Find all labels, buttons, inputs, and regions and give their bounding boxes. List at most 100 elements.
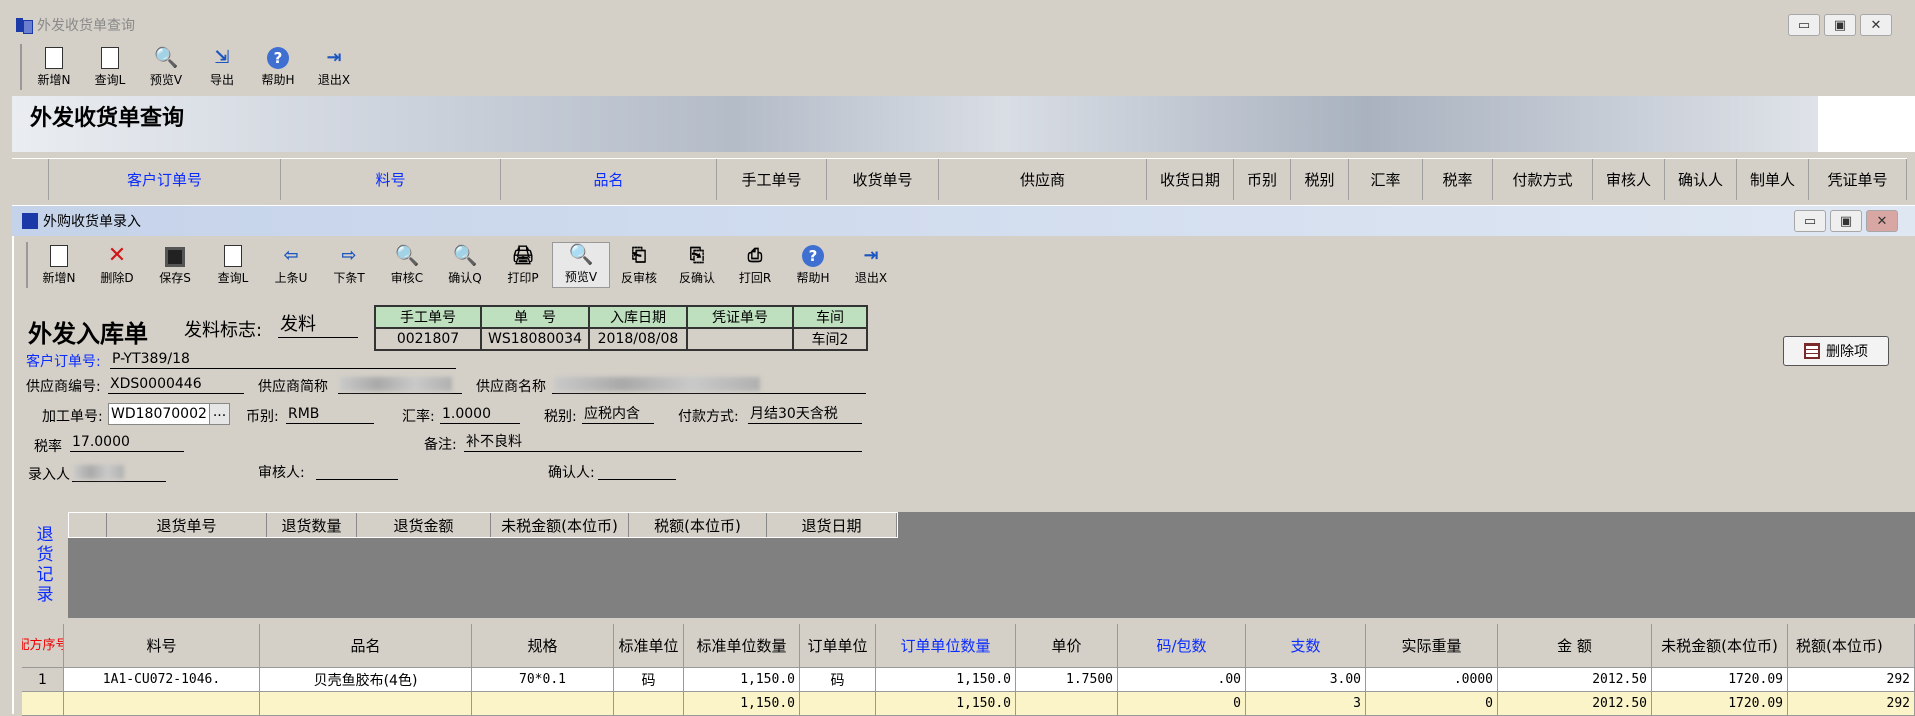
col-auditor[interactable]: 审核人 [1593,159,1665,200]
inner-toolbar-unconfirm-button[interactable]: ⎘ 反确认 [668,242,726,288]
inner-toolbar-next-button[interactable]: ⇨ 下条T [320,242,378,288]
tax-type-label: 税别: [544,409,577,425]
process-no-label: 加工单号: [42,409,103,425]
minimize-button[interactable]: ▭ [1788,14,1820,36]
col-currency[interactable]: 币别 [1234,159,1291,200]
col-spec[interactable]: 规格 [472,624,614,668]
auditor-field[interactable] [316,462,398,480]
issue-flag-label: 发料标志: [184,320,263,341]
col-seq[interactable]: 配方序号 [22,624,64,668]
supplier-code-field[interactable]: XDS0000446 [108,376,244,394]
col-supplier[interactable]: 供应商 [939,159,1147,200]
confirmer-label: 确认人: [548,465,595,481]
unconfirm-icon: ⎘ [689,244,705,266]
inner-toolbar-confirm-button[interactable]: 🔍 确认Q [436,242,494,288]
browse-button[interactable]: ... [209,404,229,424]
auditor-label: 审核人: [258,465,305,481]
col-ord-qty[interactable]: 订单单位数量 [876,624,1016,668]
inner-minimize-button[interactable]: ▭ [1794,210,1826,232]
delete-item-button[interactable]: 删除项 [1783,336,1889,366]
tax-rate-field[interactable]: 17.0000 [70,434,184,452]
workshop-field[interactable]: 车间2 [792,327,868,351]
manual-no-field[interactable]: 0021807 [374,327,482,351]
inner-toolbar-preview-button[interactable]: 🔍 预览V [552,242,610,288]
inner-toolbar-audit-button[interactable]: 🔍 审核C [378,242,436,288]
col-count[interactable]: 支数 [1246,624,1366,668]
col-name[interactable]: 品名 [260,624,472,668]
inner-toolbar-print-button[interactable]: 🖨 打印P [494,242,552,288]
supplier-name-label: 供应商名称 [476,379,546,395]
entry-date-field[interactable]: 2018/08/08 [588,327,688,351]
outer-toolbar-exit-button[interactable]: ⇥ 退出X [306,44,362,90]
col-payment[interactable]: 付款方式 [1493,159,1593,200]
col-voucher-no[interactable]: 凭证单号 [1809,159,1907,200]
close-button[interactable]: ✕ [1860,14,1892,36]
col-price[interactable]: 单价 [1016,624,1118,668]
inner-toolbar-unaudit-button[interactable]: ⎗ 反审核 [610,242,668,288]
col-tax-type[interactable]: 税别 [1291,159,1349,200]
outer-toolbar-preview-button[interactable]: 🔍 预览V [138,44,194,90]
outer-grid-header: 客户订单号 料号 品名 手工单号 收货单号 供应商 收货日期 币别 税别 汇率 … [12,158,1907,200]
issue-flag-field[interactable]: 发料 [278,316,358,338]
info-table: 手工单号 单 号 入库日期 凭证单号 车间 0021807 WS18080034… [374,305,868,351]
entry-person-label: 录入人 [28,467,70,483]
table-row[interactable]: 1 1A1-CU072-1046. 贝壳鱼胶布(4色) 70*0.1 码 1,1… [22,668,1915,692]
col-item-name[interactable]: 品名 [501,159,717,200]
col-std-unit[interactable]: 标准单位 [614,624,684,668]
col-customer-order[interactable]: 客户订单号 [49,159,281,200]
payment-field[interactable]: 月结30天含税 [748,406,862,424]
col-creator[interactable]: 制单人 [1737,159,1809,200]
inner-toolbar-exit-button[interactable]: ⇥ 退出X [842,242,900,288]
col-net-amount[interactable]: 未税金额(本位币) [1652,624,1788,668]
col-receipt-no[interactable]: 收货单号 [827,159,939,200]
outer-toolbar-export-button[interactable]: ⇲ 导出 [194,44,250,90]
confirmer-field[interactable] [598,462,676,480]
outer-toolbar: 新增N 查询L 🔍 预览V ⇲ 导出 ? 帮助H ⇥ 退出X [20,44,362,90]
supplier-short-field[interactable] [338,376,462,394]
inner-toolbar-prev-button[interactable]: ⇦ 上条U [262,242,320,288]
maximize-button[interactable]: ▣ [1824,14,1856,36]
voucher-no-field[interactable] [686,327,794,351]
process-no-field[interactable]: WD18070002 ... [108,403,230,425]
inner-toolbar-new-button[interactable]: 新增N [30,242,88,288]
currency-field[interactable]: RMB [286,406,374,424]
outer-toolbar-query-button[interactable]: 查询L [82,44,138,90]
arrow-right-icon: ⇨ [341,244,357,266]
supplier-name-field[interactable] [552,376,866,394]
tax-type-field[interactable]: 应税内含 [582,406,654,424]
inner-toolbar-save-button[interactable]: 保存S [146,242,204,288]
inner-toolbar-help-button[interactable]: ? 帮助H [784,242,842,288]
inner-maximize-button[interactable]: ▣ [1830,210,1862,232]
table-row[interactable]: 1,150.0 1,150.0 0 3 0 2012.50 1720.09 29… [22,692,1915,716]
inner-toolbar-query-button[interactable]: 查询L [204,242,262,288]
inner-toolbar-delete-button[interactable]: ✕ 删除D [88,242,146,288]
inner-toolbar-return-button[interactable]: ⎙ 打回R [726,242,784,288]
col-per-pack[interactable]: 码/包数 [1118,624,1246,668]
col-std-qty[interactable]: 标准单位数量 [684,624,800,668]
remark-field[interactable]: 补不良料 [464,434,862,452]
col-rate[interactable]: 汇率 [1349,159,1423,200]
outer-toolbar-new-button[interactable]: 新增N [26,44,82,90]
arrow-left-icon: ⇦ [283,244,299,266]
col-item-no[interactable]: 料号 [281,159,501,200]
tax-rate-label: 税率 [34,439,62,455]
col-ord-unit[interactable]: 订单单位 [800,624,876,668]
doc-no-field[interactable]: WS18080034 [480,327,590,351]
rate-field[interactable]: 1.0000 [440,406,520,424]
outer-toolbar-help-button[interactable]: ? 帮助H [250,44,306,90]
payment-label: 付款方式: [678,409,739,425]
col-receipt-date[interactable]: 收货日期 [1147,159,1234,200]
inner-close-button[interactable]: ✕ [1866,210,1898,232]
entry-person-field[interactable] [72,464,166,482]
col-tax-amount[interactable]: 税额(本位币) [1788,624,1915,668]
preview-magnifier-icon: 🔍 [568,242,594,266]
query-doc-icon [224,245,242,267]
col-item[interactable]: 料号 [64,624,260,668]
col-tax-rate[interactable]: 税率 [1423,159,1493,200]
return-records-tab[interactable]: 退 货 记 录 [22,512,68,618]
customer-order-field[interactable]: P-YT389/18 [110,351,456,369]
col-confirmer[interactable]: 确认人 [1665,159,1737,200]
col-weight[interactable]: 实际重量 [1366,624,1498,668]
col-manual-no[interactable]: 手工单号 [717,159,827,200]
col-amount[interactable]: 金 额 [1498,624,1652,668]
